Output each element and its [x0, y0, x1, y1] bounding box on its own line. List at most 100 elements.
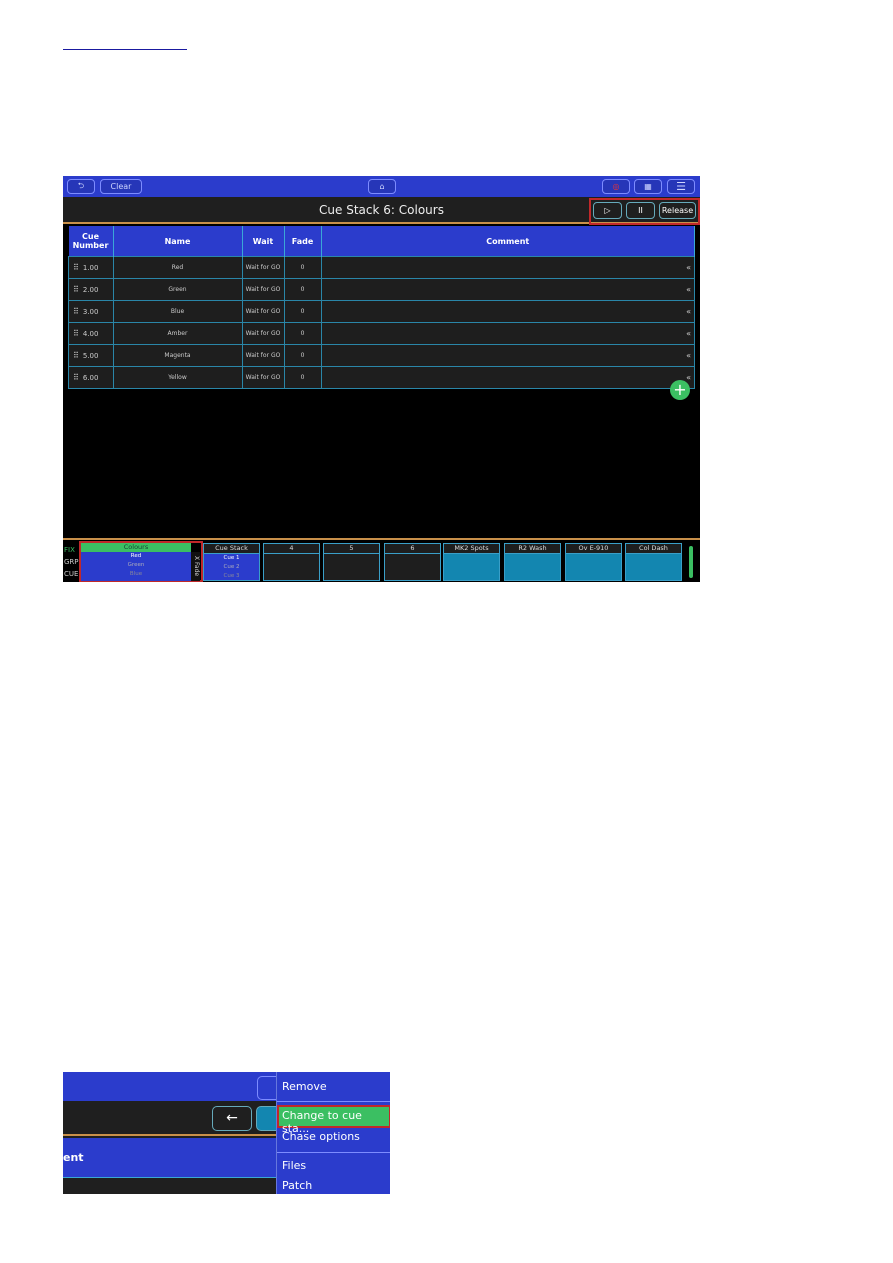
- play-button[interactable]: ▷: [593, 202, 622, 219]
- divider: [277, 1152, 390, 1153]
- cue-number: ⠿ 2.00: [68, 278, 114, 301]
- drag-handle-icon[interactable]: ⠿: [73, 351, 79, 360]
- tile-title: Colours: [81, 543, 191, 552]
- add-cue-button[interactable]: +: [670, 380, 690, 400]
- cue-wait[interactable]: Wait for GO: [241, 278, 285, 301]
- divider: [63, 538, 700, 540]
- cue-number: ⠿ 1.00: [68, 256, 114, 279]
- cue-fade[interactable]: 0: [283, 366, 322, 389]
- cue-fade[interactable]: 0: [283, 300, 322, 323]
- fix-label[interactable]: FIX: [64, 546, 75, 554]
- cue-stack-screenshot: ⮌ Clear ⌂ ◎ ▦ ☰ Cue Stack 6: Colours ▷ I…: [63, 176, 700, 582]
- record-button[interactable]: ◎: [602, 179, 630, 194]
- cue-number-text: 6.00: [82, 374, 99, 382]
- playback-tile[interactable]: 4: [263, 543, 320, 581]
- table-row[interactable]: ⠿ 3.00 Blue Wait for GO 0 «: [68, 300, 695, 323]
- playback-colours[interactable]: Colours Red Green Blue: [81, 543, 191, 581]
- playback-cue-stack[interactable]: Cue Stack Cue 1 Cue 2 Cue 3: [203, 543, 260, 581]
- header-wait: Wait: [242, 226, 285, 257]
- table-row[interactable]: ⠿ 1.00 Red Wait for GO 0 «: [68, 256, 695, 279]
- playback-tile[interactable]: Col Dash: [625, 543, 682, 581]
- xfade-label[interactable]: X Fade: [191, 552, 200, 581]
- hamburger-icon: ☰: [676, 180, 686, 193]
- context-menu-screenshot: ← ent Remove Change to cue sta... Chase …: [63, 1072, 390, 1194]
- playback-tile[interactable]: 5: [323, 543, 380, 581]
- clear-button[interactable]: Clear: [100, 179, 142, 194]
- grid-icon: ▦: [644, 182, 652, 191]
- expand-icon[interactable]: «: [686, 351, 691, 360]
- record-icon: ◎: [612, 182, 620, 191]
- cue-wait[interactable]: Wait for GO: [241, 256, 285, 279]
- table-row[interactable]: ⠿ 6.00 Yellow Wait for GO 0 «: [68, 366, 695, 389]
- back-arrow-button[interactable]: ←: [212, 1106, 252, 1131]
- scroll-indicator[interactable]: [689, 546, 693, 578]
- expand-icon[interactable]: «: [686, 329, 691, 338]
- cue-fade[interactable]: 0: [283, 322, 322, 345]
- drag-handle-icon[interactable]: ⠿: [73, 285, 79, 294]
- cue-number-text: 2.00: [82, 286, 99, 294]
- cue-name[interactable]: Amber: [112, 322, 243, 345]
- menu-item-files[interactable]: Files: [282, 1159, 306, 1172]
- table-row[interactable]: ⠿ 4.00 Amber Wait for GO 0 «: [68, 322, 695, 345]
- menu-item-remove[interactable]: Remove: [282, 1080, 327, 1093]
- playback-tile[interactable]: Ov E-910: [565, 543, 622, 581]
- divider: [277, 1101, 390, 1102]
- drag-handle-icon[interactable]: ⠿: [73, 329, 79, 338]
- menu-button[interactable]: ☰: [667, 179, 695, 194]
- home-button[interactable]: ⌂: [368, 179, 396, 194]
- cue-number-text: 5.00: [82, 352, 99, 360]
- playback-tile[interactable]: MK2 Spots: [443, 543, 500, 581]
- drag-handle-icon[interactable]: ⠿: [73, 263, 79, 272]
- expand-icon[interactable]: «: [686, 373, 691, 382]
- hyperlink-underline[interactable]: [63, 49, 187, 50]
- drag-handle-icon[interactable]: ⠿: [73, 373, 79, 382]
- cue-wait[interactable]: Wait for GO: [241, 322, 285, 345]
- cue-fade[interactable]: 0: [283, 256, 322, 279]
- undo-arrow-icon: ⮌: [77, 180, 85, 190]
- expand-icon[interactable]: «: [686, 307, 691, 316]
- cue-fade[interactable]: 0: [283, 344, 322, 367]
- menu-item-patch[interactable]: Patch: [282, 1179, 312, 1192]
- header-comment: Comment: [321, 226, 695, 257]
- cue-wait[interactable]: Wait for GO: [241, 366, 285, 389]
- pause-button[interactable]: II: [626, 202, 655, 219]
- cue-item: Cue 2: [223, 564, 240, 570]
- expand-icon[interactable]: «: [686, 263, 691, 272]
- tile-title: 4: [264, 544, 319, 554]
- cue-comment[interactable]: «: [320, 366, 695, 389]
- drag-handle-icon[interactable]: ⠿: [73, 307, 79, 316]
- cue-number-text: 1.00: [82, 264, 99, 272]
- header-name: Name: [113, 226, 243, 257]
- cue-name[interactable]: Green: [112, 278, 243, 301]
- playback-tile[interactable]: 6: [384, 543, 441, 581]
- cue-comment[interactable]: «: [320, 322, 695, 345]
- table-row[interactable]: ⠿ 5.00 Magenta Wait for GO 0 «: [68, 344, 695, 367]
- tile-title: R2 Wash: [505, 544, 560, 554]
- cue-table: Cue Number Name Wait Fade Comment ⠿ 1.00 …: [68, 226, 695, 389]
- cue-name[interactable]: Blue: [112, 300, 243, 323]
- cue-comment[interactable]: «: [320, 278, 695, 301]
- cue-comment[interactable]: «: [320, 344, 695, 367]
- release-button[interactable]: Release: [659, 202, 696, 219]
- expand-icon[interactable]: «: [686, 285, 691, 294]
- undo-button[interactable]: ⮌: [67, 179, 95, 194]
- cue-name[interactable]: Yellow: [112, 366, 243, 389]
- cue-label[interactable]: CUE: [64, 570, 78, 578]
- cue-comment[interactable]: «: [320, 256, 695, 279]
- tile-title: MK2 Spots: [444, 544, 499, 554]
- cue-number: ⠿ 3.00: [68, 300, 114, 323]
- cue-comment[interactable]: «: [320, 300, 695, 323]
- table-row[interactable]: ⠿ 2.00 Green Wait for GO 0 «: [68, 278, 695, 301]
- cue-name[interactable]: Magenta: [112, 344, 243, 367]
- header-cue-number: Cue Number: [68, 226, 114, 257]
- cue-wait[interactable]: Wait for GO: [241, 300, 285, 323]
- grid-button[interactable]: ▦: [634, 179, 662, 194]
- playback-tile[interactable]: R2 Wash: [504, 543, 561, 581]
- cue-item: Cue 1: [223, 555, 240, 561]
- menu-item-chase-options[interactable]: Chase options: [282, 1130, 360, 1143]
- cue-wait[interactable]: Wait for GO: [241, 344, 285, 367]
- cue-name[interactable]: Red: [112, 256, 243, 279]
- cue-fade[interactable]: 0: [283, 278, 322, 301]
- tile-title: Col Dash: [626, 544, 681, 554]
- grp-label[interactable]: GRP: [64, 558, 79, 566]
